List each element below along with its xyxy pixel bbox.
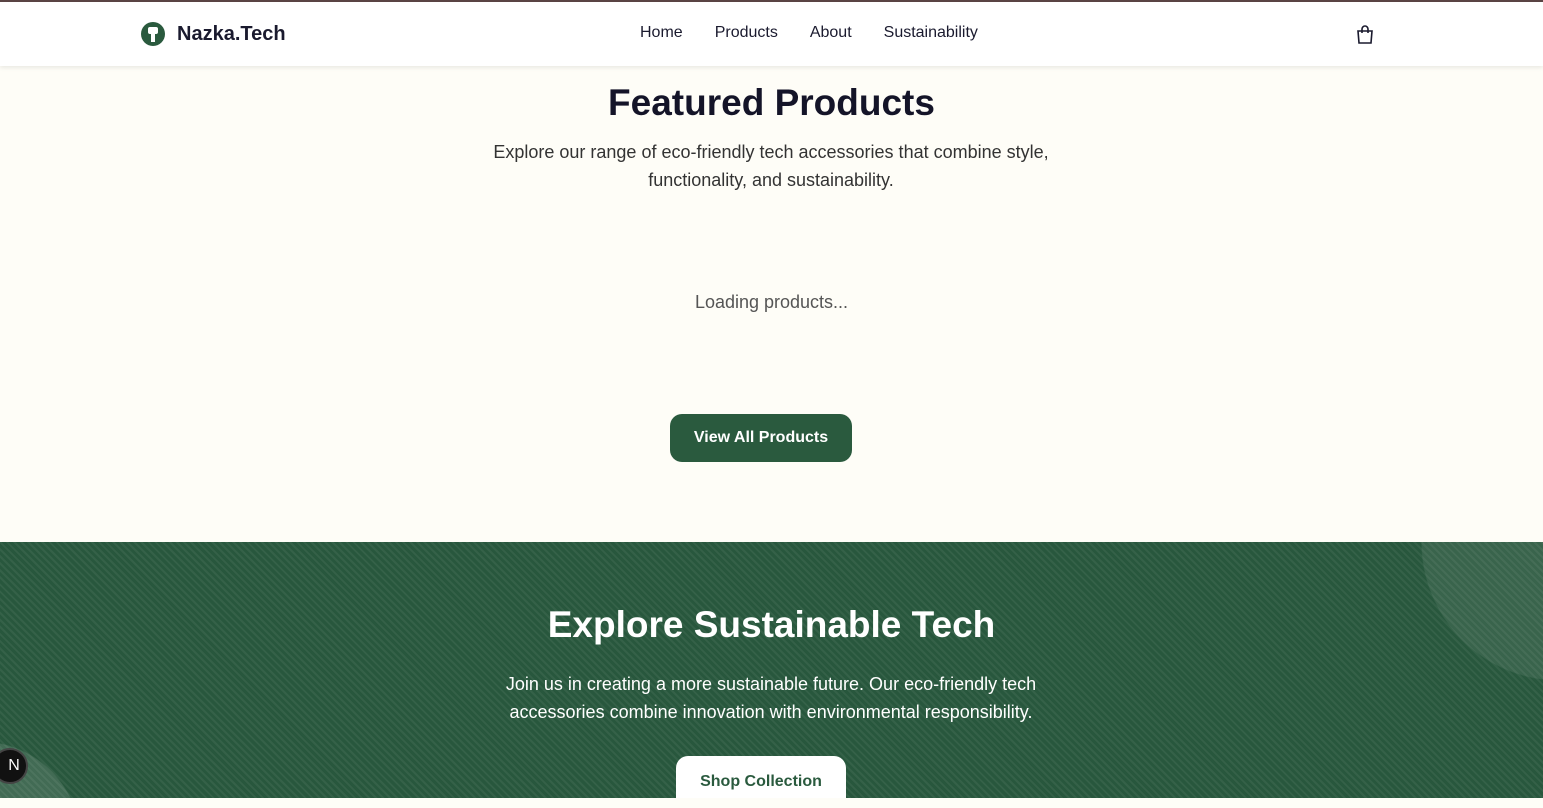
shopping-bag-icon[interactable] (1355, 24, 1375, 44)
featured-products-section: Featured Products Explore our range of e… (0, 66, 1543, 542)
loading-text: Loading products... (694, 292, 849, 312)
site-header: Nazka.Tech Home Products About Sustainab… (0, 2, 1543, 66)
main-nav: Home Products About Sustainability (640, 24, 978, 42)
featured-title: Featured Products (608, 82, 935, 123)
logo-icon (141, 22, 165, 46)
nav-about[interactable]: About (810, 24, 852, 42)
nav-home[interactable]: Home (640, 24, 683, 42)
nav-sustainability[interactable]: Sustainability (884, 24, 978, 42)
logo-link[interactable]: Nazka.Tech (141, 22, 286, 46)
cta-title: Explore Sustainable Tech (547, 604, 996, 645)
cta-section: Explore Sustainable Tech Join us in crea… (0, 542, 1543, 798)
featured-subtitle: Explore our range of eco-friendly tech a… (493, 142, 1049, 190)
view-all-products-button[interactable]: View All Products (670, 414, 852, 462)
nav-products[interactable]: Products (715, 24, 778, 42)
shop-collection-button[interactable]: Shop Collection (676, 756, 846, 798)
cta-subtitle: Join us in creating a more sustainable f… (505, 674, 1037, 722)
brand-name: Nazka.Tech (177, 22, 286, 45)
